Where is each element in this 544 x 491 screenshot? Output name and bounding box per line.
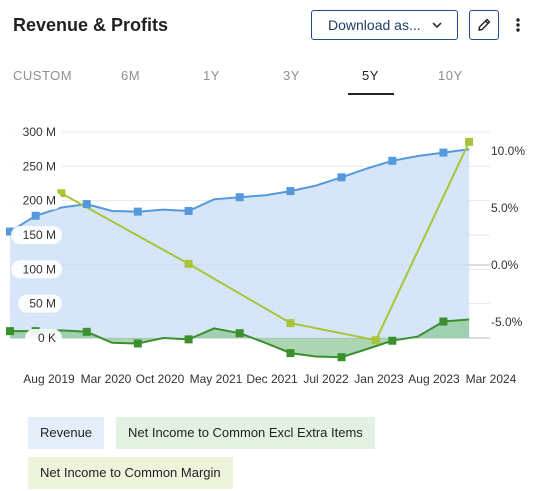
net-income-point	[337, 353, 346, 362]
revenue-point	[439, 148, 448, 157]
net-income-point	[388, 336, 397, 345]
net-income-point	[184, 335, 193, 344]
x-tick-label: Oct 2020	[136, 372, 185, 386]
download-label: Download as...	[328, 17, 421, 33]
y-right-tick-label: 0.0%	[491, 258, 519, 272]
net-income-point	[6, 327, 14, 336]
legend-revenue[interactable]: Revenue	[28, 417, 105, 449]
more-options-button[interactable]	[510, 12, 526, 38]
y-left-tick-label: 50 M	[29, 297, 56, 311]
pencil-icon	[478, 18, 491, 31]
y-left-tick-label: 0 K	[38, 331, 56, 345]
tab-1y[interactable]: 1Y	[203, 68, 220, 83]
y-right-tick-label: -5.0%	[491, 315, 523, 329]
revenue-point	[31, 211, 40, 220]
x-tick-label: Dec 2021	[246, 372, 298, 386]
x-tick-label: Jul 2022	[303, 372, 349, 386]
chart-svg: 300 M 250 M 200 M 150 M 100 M 50 M 0 K 10.0% 5.0…	[6, 123, 525, 386]
header: Revenue & Profits Download as...	[0, 0, 544, 52]
margin-point	[184, 259, 193, 268]
y-left-tick-label: 200 M	[23, 194, 56, 208]
tab-custom[interactable]: CUSTOM	[13, 68, 72, 83]
x-tick-label: Jan 2023	[354, 372, 404, 386]
x-tick-label: Aug 2019	[23, 372, 75, 386]
edit-button[interactable]	[469, 10, 499, 40]
legend-net-income[interactable]: Net Income to Common Excl Extra Items	[116, 417, 375, 449]
margin-point	[286, 319, 295, 328]
y-left-tick-label: 100 M	[23, 262, 56, 276]
net-income-point	[439, 317, 448, 326]
revenue-point	[133, 207, 142, 216]
net-income-point	[235, 329, 244, 338]
margin-point	[465, 137, 474, 146]
revenue-area	[10, 149, 470, 338]
y-left-tick-label: 300 M	[23, 125, 56, 139]
net-income-point	[133, 339, 142, 348]
x-tick-label: May 2021	[190, 372, 243, 386]
margin-point	[371, 336, 380, 345]
y-right-tick-label: 5.0%	[491, 201, 519, 215]
y-left-tick-label: 150 M	[23, 228, 56, 242]
tab-3y[interactable]: 3Y	[283, 68, 300, 83]
x-tick-label: Mar 2024	[466, 372, 517, 386]
tab-6m[interactable]: 6M	[121, 68, 140, 83]
net-income-point	[286, 349, 295, 358]
tab-10y[interactable]: 10Y	[438, 68, 463, 83]
download-button[interactable]: Download as...	[311, 10, 458, 40]
revenue-profits-chart: 300 M 250 M 200 M 150 M 100 M 50 M 0 K 10.0% 5.0…	[0, 118, 544, 400]
revenue-point	[235, 193, 244, 202]
revenue-point	[286, 187, 295, 196]
revenue-point	[388, 156, 397, 165]
revenue-point	[184, 206, 193, 215]
legend-margin[interactable]: Net Income to Common Margin	[28, 457, 233, 489]
vertical-dots-icon	[516, 18, 520, 32]
chevron-down-icon	[432, 22, 442, 29]
time-range-tabs: CUSTOM 6M 1Y 3Y 5Y 10Y	[0, 60, 544, 96]
x-tick-label: Mar 2020	[81, 372, 132, 386]
net-income-point	[82, 327, 91, 336]
y-right-tick-label: 10.0%	[491, 144, 525, 158]
active-tab-indicator	[348, 93, 394, 95]
revenue-point	[82, 200, 91, 209]
tab-5y[interactable]: 5Y	[362, 68, 379, 83]
page-title: Revenue & Profits	[13, 15, 169, 35]
x-tick-label: Aug 2023	[408, 372, 460, 386]
revenue-point	[337, 173, 346, 182]
y-left-tick-label: 250 M	[23, 159, 56, 173]
